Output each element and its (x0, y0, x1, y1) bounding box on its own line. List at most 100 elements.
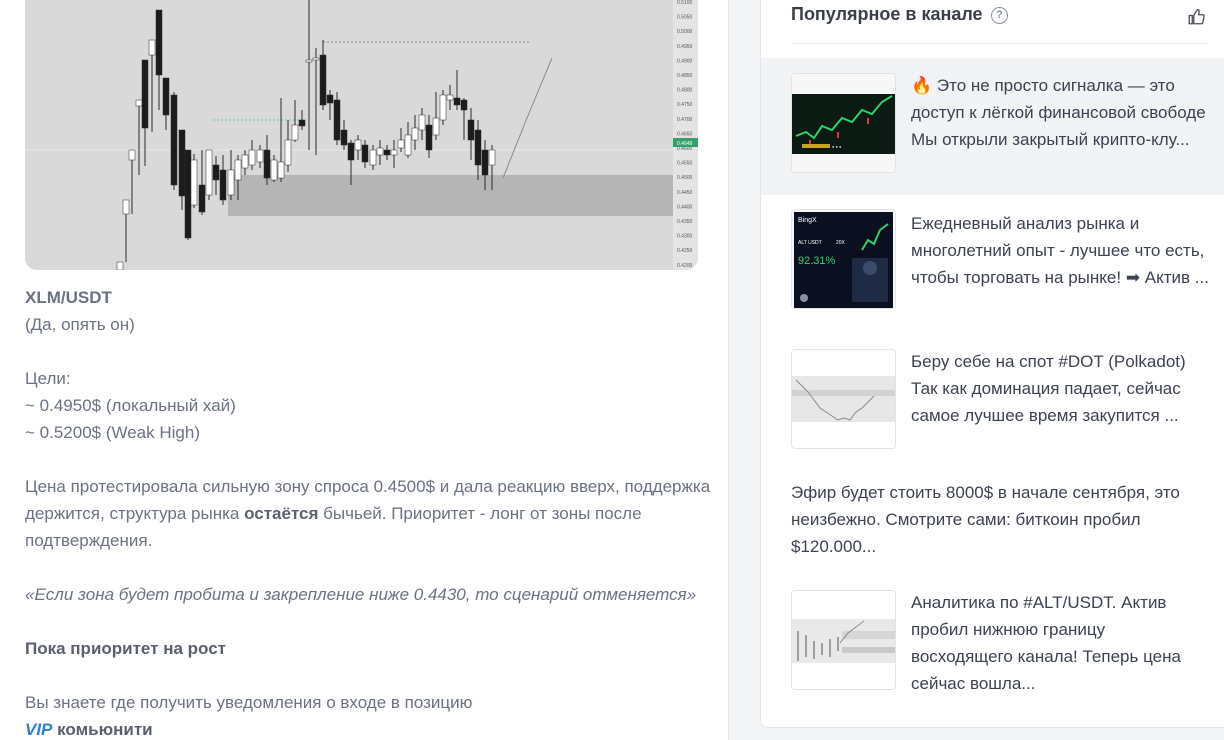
candle-body (198, 184, 206, 213)
candle-body (135, 99, 143, 107)
price-tick-label: 0.5100 (677, 0, 693, 6)
candle-body (354, 139, 362, 151)
bingx-pair: ALT USDT (798, 240, 822, 246)
current-price-label: 0.4648 (677, 141, 693, 147)
target-1: ~ 0.4950$ (локальный хай) (25, 396, 236, 415)
candle-body (219, 169, 227, 201)
candle-body (284, 139, 292, 166)
candle-body (467, 119, 475, 141)
price-tick-label: 0.4350 (677, 219, 693, 225)
panel-title: Популярное в канале (791, 4, 983, 24)
svg-text:● ● ●: ● ● ● (832, 144, 842, 149)
bingx-brand: BingX (798, 217, 817, 224)
price-tick-label: 0.5000 (677, 29, 693, 35)
popular-item[interactable]: Аналитика по #ALT/USDT. Актив пробил ниж… (761, 576, 1224, 706)
candle-body (116, 261, 124, 270)
candle-body (263, 149, 271, 179)
dark-chart-thumbnail: ● ● ● (792, 74, 895, 172)
candle-body (390, 149, 398, 156)
candle-body (333, 99, 341, 141)
candle-body (425, 124, 433, 151)
popular-item-text: 🔥 Это не просто сигналка — это доступ к … (911, 76, 1206, 149)
candle-body (361, 144, 369, 163)
candle-body (122, 199, 130, 215)
candle-body (383, 149, 391, 156)
popular-panel: Популярное в канале ? ● ● ● 🔥 Это не про… (760, 0, 1224, 728)
price-tick-label: 0.4900 (677, 58, 693, 64)
popular-item[interactable]: Беру себе на спот #DOT (Polkadot) Так ка… (761, 335, 1224, 465)
panel-header: Популярное в канале ? (791, 0, 1209, 44)
popular-item[interactable]: BingX ALT USDT 20X 92.31% Ежедневный ана… (761, 195, 1224, 335)
community-line[interactable]: VIP комьюнити (25, 716, 715, 740)
thumbs-up-icon[interactable] (1187, 8, 1205, 26)
post-body: XLM/USDT (Да, опять он) Цели: ~ 0.4950$ … (25, 284, 715, 740)
candle-body (162, 77, 170, 116)
candle-body (270, 159, 278, 181)
post-subtitle: (Да, опять он) (25, 315, 135, 334)
popular-item-text: Ежедневный анализ рынка и многолетний оп… (911, 214, 1209, 287)
price-tick-label: 0.4950 (677, 44, 693, 50)
price-tick-label: 0.4750 (677, 102, 693, 108)
light-chart-thumbnail (792, 591, 895, 689)
post-thumbnail: ● ● ● (791, 73, 896, 173)
analysis-bold: остаётся (244, 504, 319, 523)
post-thumbnail (791, 349, 896, 449)
candle-body (178, 129, 186, 197)
candle-body (397, 139, 405, 149)
price-tick-label: 0.4700 (677, 117, 693, 123)
price-tick-label: 0.4500 (677, 175, 693, 181)
community-link[interactable]: комьюнити (52, 720, 153, 739)
price-tick-label: 0.4450 (677, 190, 693, 196)
popular-item[interactable]: ● ● ● 🔥 Это не просто сигналка — это дос… (761, 58, 1224, 195)
candle-body (439, 94, 447, 121)
price-tick-label: 0.4300 (677, 234, 693, 240)
candle-body (488, 149, 496, 166)
candle-body (277, 161, 285, 179)
bingx-card-thumbnail: BingX ALT USDT 20X 92.31% (792, 210, 895, 308)
analysis-paragraph: Цена протестировала сильную зону спроса … (25, 473, 715, 554)
bingx-leverage: 20X (836, 240, 846, 246)
candle-body (234, 159, 242, 181)
candle-body (418, 114, 426, 131)
vip-link[interactable]: VIP (25, 720, 52, 739)
candle-body (248, 149, 256, 166)
post-column: 0.5100 0.5050 0.5000 0.4950 0.4900 0.4850 0.48… (0, 0, 728, 740)
candlestick-chart: 0.5100 0.5050 0.5000 0.4950 0.4900 0.4850 0.48… (25, 0, 698, 270)
target-2: ~ 0.5200$ (Weak High) (25, 423, 200, 442)
candle-body (340, 129, 348, 146)
price-tick-label: 0.4250 (677, 248, 693, 254)
candle-body (474, 129, 482, 166)
post-title: XLM/USDT (25, 288, 112, 307)
candle-body (312, 57, 320, 61)
page: 0.5100 0.5050 0.5000 0.4950 0.4900 0.4850 0.48… (0, 0, 1224, 740)
targets-label: Цели: (25, 369, 71, 388)
fire-icon: 🔥 (911, 76, 933, 95)
popular-item[interactable]: Эфир будет стоить 8000$ в начале сентябр… (761, 465, 1224, 575)
candle-body (305, 59, 313, 63)
candle-body (241, 154, 249, 169)
post-chart-image[interactable]: 0.5100 0.5050 0.5000 0.4950 0.4900 0.4850 0.48… (25, 0, 698, 270)
candle-body (326, 94, 334, 104)
help-icon[interactable]: ? (991, 7, 1008, 24)
divider (728, 0, 729, 740)
invalidation-quote: «Если зона будет пробита и закрепление н… (25, 585, 697, 604)
candle-body (141, 59, 149, 129)
candle-body (481, 149, 489, 176)
priority-text: Пока приоритет на рост (25, 639, 226, 658)
demand-zone (228, 175, 673, 216)
candle-body (155, 9, 163, 76)
candle-body (298, 119, 306, 127)
candle-body (376, 147, 384, 156)
popular-item-text: Эфир будет стоить 8000$ в начале сентябр… (791, 483, 1180, 556)
light-chart-thumbnail (792, 350, 895, 448)
price-tick-label: 0.5050 (677, 15, 693, 21)
post-thumbnail: BingX ALT USDT 20X 92.31% (791, 209, 896, 309)
candle-body (319, 54, 327, 106)
candle-body (291, 124, 299, 141)
price-tick-label: 0.4650 (677, 131, 693, 137)
bingx-percent: 92.31% (798, 255, 836, 267)
candle-body (411, 127, 419, 141)
candle-body (446, 94, 454, 101)
candle-body (190, 159, 198, 206)
candle-body (460, 99, 468, 111)
